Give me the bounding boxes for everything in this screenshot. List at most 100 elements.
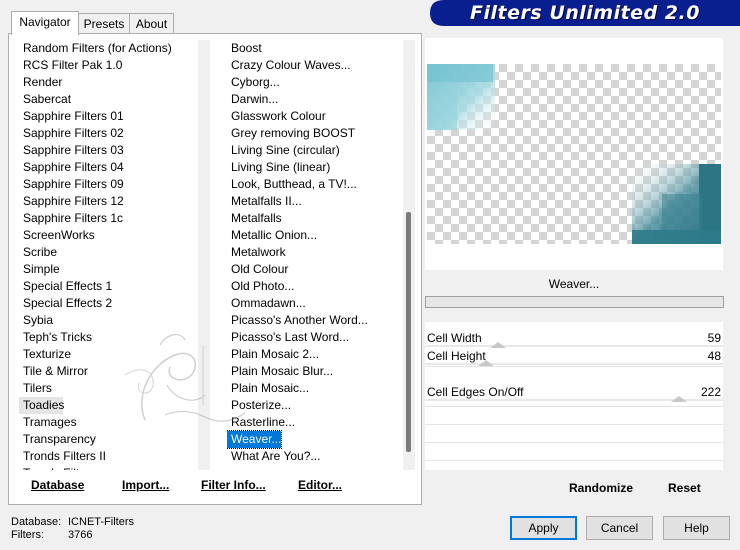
randomize-button-label: Randomize xyxy=(569,481,634,495)
filter-scroll-thumb[interactable] xyxy=(406,212,411,452)
filter-item[interactable]: Plain Mosaic Blur... xyxy=(227,363,399,380)
category-item[interactable]: Sapphire Filters 03 xyxy=(19,142,196,159)
category-item[interactable]: Texturize xyxy=(19,346,196,363)
preview-pane xyxy=(425,38,723,270)
tab-presets[interactable]: Presets xyxy=(77,13,131,34)
filter-item[interactable]: Plain Mosaic 2... xyxy=(227,346,399,363)
filter-item[interactable]: Posterize... xyxy=(227,397,399,414)
filters-status: Filters: 3766 xyxy=(11,529,92,541)
category-item[interactable]: Tronds Filters xyxy=(19,465,196,470)
category-item[interactable]: Tilers xyxy=(19,380,196,397)
category-item[interactable]: Simple xyxy=(19,261,196,278)
filter-item[interactable]: Darwin... xyxy=(227,91,399,108)
tab-navigator[interactable]: Navigator xyxy=(11,11,79,35)
filter-item[interactable]: Grey removing BOOST xyxy=(227,125,399,142)
tab-presets-label: Presets xyxy=(83,17,125,31)
parameter-slider[interactable]: Cell Height 48 xyxy=(425,348,723,366)
import-button-label: Import... xyxy=(122,478,170,492)
database-status-value: ICNET-Filters xyxy=(68,516,134,528)
parameter-separator xyxy=(425,406,723,407)
slider-track[interactable] xyxy=(425,345,723,347)
reset-button-label: Reset xyxy=(668,481,701,495)
parameter-separator xyxy=(425,442,723,443)
filter-item[interactable]: Picasso's Last Word... xyxy=(227,329,399,346)
slider-track[interactable] xyxy=(425,363,723,365)
filter-item[interactable]: Old Photo... xyxy=(227,278,399,295)
category-item[interactable]: Sapphire Filters 12 xyxy=(19,193,196,210)
slider-thumb[interactable] xyxy=(670,396,687,402)
category-item[interactable]: Sapphire Filters 09 xyxy=(19,176,196,193)
cancel-button-label: Cancel xyxy=(600,521,639,535)
tab-about[interactable]: About xyxy=(129,13,174,34)
category-item[interactable]: RCS Filter Pak 1.0 xyxy=(19,57,196,74)
filters-status-value: 3766 xyxy=(68,529,93,541)
category-item[interactable]: Sybia xyxy=(19,312,196,329)
parameter-separator xyxy=(425,366,723,367)
parameter-slider[interactable]: Cell Edges On/Off 222 xyxy=(425,384,723,402)
parameter-separator xyxy=(425,424,723,425)
database-button-label: Database xyxy=(31,478,85,492)
app-title: Filters Unlimited 2.0 xyxy=(470,2,700,24)
category-item[interactable]: Sapphire Filters 02 xyxy=(19,125,196,142)
database-status-label: Database: xyxy=(11,516,62,528)
filter-scrollbar[interactable] xyxy=(403,40,415,470)
category-item[interactable]: Transparency xyxy=(19,431,196,448)
filter-item[interactable]: Old Colour xyxy=(227,261,399,278)
preview-artwork xyxy=(427,64,721,244)
category-item[interactable]: Random Filters (for Actions) xyxy=(19,40,196,57)
filter-list[interactable]: Boost Crazy Colour Waves... Cyborg... Darwi… xyxy=(227,40,399,470)
filter-item[interactable]: Living Sine (circular) xyxy=(227,142,399,159)
filter-item[interactable]: Metalwork xyxy=(227,244,399,261)
filter-info-button-label: Filter Info... xyxy=(201,478,266,492)
progress-bar xyxy=(425,296,724,308)
category-item[interactable]: Teph's Tricks xyxy=(19,329,196,346)
category-item[interactable]: Sapphire Filters 1c xyxy=(19,210,196,227)
category-item[interactable]: Toadies xyxy=(19,397,64,414)
category-item[interactable]: Tramages xyxy=(19,414,196,431)
category-item[interactable]: Sapphire Filters 01 xyxy=(19,108,196,125)
category-item[interactable]: Scribe xyxy=(19,244,196,261)
parameter-panel: Cell Width 59 Cell Height 48 Cell Edges On/O… xyxy=(425,322,723,470)
title-banner: Filters Unlimited 2.0 xyxy=(430,0,740,26)
filters-status-label: Filters: xyxy=(11,529,44,541)
filter-item[interactable]: Cyborg... xyxy=(227,74,399,91)
cancel-button[interactable]: Cancel xyxy=(586,516,653,540)
filter-item[interactable]: Look, Butthead, a TV!... xyxy=(227,176,399,193)
category-item[interactable]: Tile & Mirror xyxy=(19,363,196,380)
help-button[interactable]: Help xyxy=(663,516,730,540)
filter-item[interactable]: Living Sine (linear) xyxy=(227,159,399,176)
filter-item[interactable]: Boost xyxy=(227,40,399,57)
category-item[interactable]: Special Effects 2 xyxy=(19,295,196,312)
filter-item[interactable]: What Are You?... xyxy=(227,448,399,465)
filter-item[interactable]: Weaver... xyxy=(227,430,282,449)
import-button[interactable]: Import... xyxy=(122,478,169,492)
category-item[interactable]: Sapphire Filters 04 xyxy=(19,159,196,176)
filter-item[interactable]: Rasterline... xyxy=(227,414,399,431)
current-filter-name: Weaver... xyxy=(425,274,723,294)
filter-item[interactable]: Metallic Onion... xyxy=(227,227,399,244)
parameter-slider[interactable]: Cell Width 59 xyxy=(425,330,723,348)
filter-item[interactable]: Ommadawn... xyxy=(227,295,399,312)
help-button-label: Help xyxy=(684,521,709,535)
filter-item[interactable]: Metalfalls II... xyxy=(227,193,399,210)
reset-button[interactable]: Reset xyxy=(668,481,701,495)
category-item[interactable]: Render xyxy=(19,74,196,91)
editor-button[interactable]: Editor... xyxy=(298,478,342,492)
filter-item[interactable]: Metalfalls xyxy=(227,210,399,227)
filter-item[interactable]: Crazy Colour Waves... xyxy=(227,57,399,74)
tab-navigator-label: Navigator xyxy=(19,15,71,29)
category-item[interactable]: Special Effects 1 xyxy=(19,278,196,295)
randomize-button[interactable]: Randomize xyxy=(569,481,633,495)
apply-button[interactable]: Apply xyxy=(510,516,577,540)
category-item[interactable]: ScreenWorks xyxy=(19,227,196,244)
category-item[interactable]: Tronds Filters II xyxy=(19,448,196,465)
category-list[interactable]: Random Filters (for Actions) RCS Filter P… xyxy=(19,40,196,470)
category-scrollbar[interactable] xyxy=(198,40,210,470)
database-button[interactable]: Database xyxy=(31,478,84,492)
apply-button-label: Apply xyxy=(528,521,559,535)
filter-item[interactable]: Glasswork Colour xyxy=(227,108,399,125)
filter-item[interactable]: Picasso's Another Word... xyxy=(227,312,399,329)
category-item[interactable]: Sabercat xyxy=(19,91,196,108)
filter-item[interactable]: Plain Mosaic... xyxy=(227,380,399,397)
filter-info-button[interactable]: Filter Info... xyxy=(201,478,266,492)
